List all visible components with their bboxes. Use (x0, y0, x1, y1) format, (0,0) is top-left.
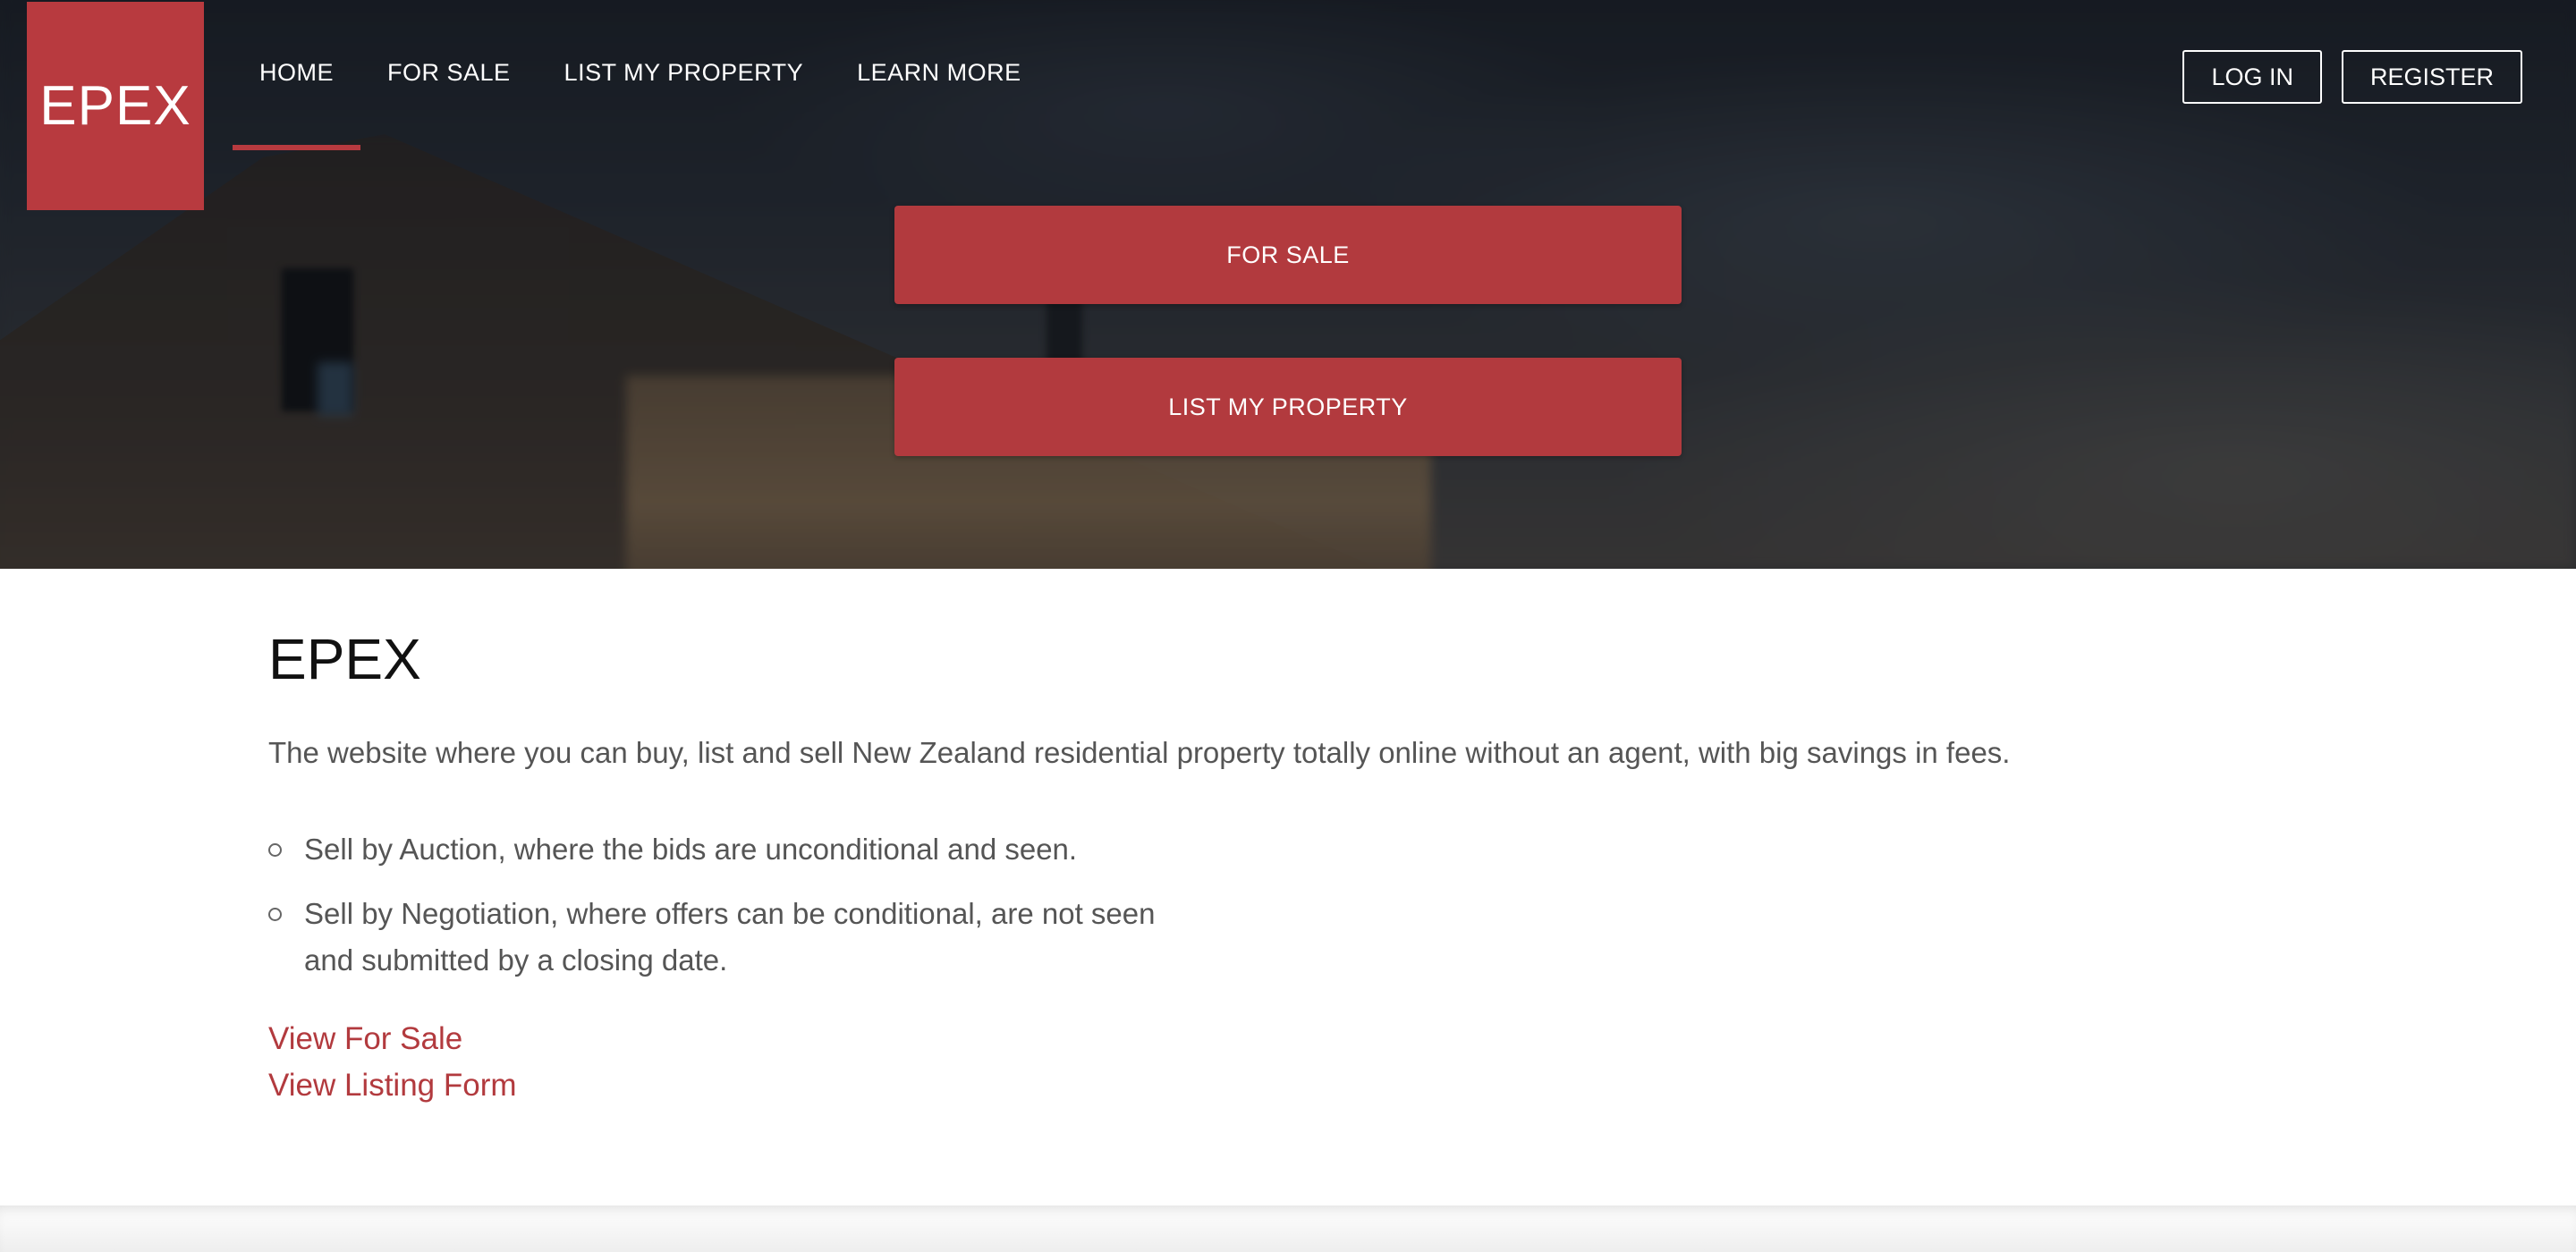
view-listing-form-link[interactable]: View Listing Form (268, 1062, 517, 1109)
list-item: Sell by Negotiation, where offers can be… (268, 891, 1208, 984)
auth-buttons: LOG IN REGISTER (2182, 50, 2522, 104)
intro-paragraph: The website where you can buy, list and … (268, 736, 2011, 769)
page-title: EPEX (268, 627, 421, 691)
nav-item-for-sale[interactable]: FOR SALE (360, 0, 538, 150)
nav-item-learn-more[interactable]: LEARN MORE (830, 0, 1048, 150)
bullet-circle-icon (268, 843, 282, 857)
hero-banner: EPEX HOME FOR SALE LIST MY PROPERTY LEAR… (0, 0, 2576, 569)
list-item-text: Sell by Auction, where the bids are unco… (304, 833, 1078, 866)
selling-methods-list: Sell by Auction, where the bids are unco… (268, 826, 2326, 984)
nav-item-list-my-property[interactable]: LIST MY PROPERTY (538, 0, 831, 150)
for-sale-button[interactable]: FOR SALE (894, 206, 1682, 304)
main-nav: HOME FOR SALE LIST MY PROPERTY LEARN MOR… (233, 0, 1048, 150)
view-for-sale-link[interactable]: View For Sale (268, 1016, 462, 1062)
logo-text: EPEX (39, 75, 191, 137)
list-item: Sell by Auction, where the bids are unco… (268, 826, 1208, 873)
list-my-property-button[interactable]: LIST MY PROPERTY (894, 358, 1682, 456)
footer-edge (0, 1205, 2576, 1252)
content-links: View For Sale View Listing Form (268, 1016, 2326, 1109)
login-button[interactable]: LOG IN (2182, 50, 2322, 104)
bullet-circle-icon (268, 908, 282, 921)
main-content: EPEX The website where you can buy, list… (268, 626, 2326, 1109)
site-logo[interactable]: EPEX (27, 2, 204, 210)
nav-item-home[interactable]: HOME (233, 0, 360, 150)
register-button[interactable]: REGISTER (2341, 50, 2522, 104)
list-item-text: Sell by Negotiation, where offers can be… (304, 897, 1156, 977)
